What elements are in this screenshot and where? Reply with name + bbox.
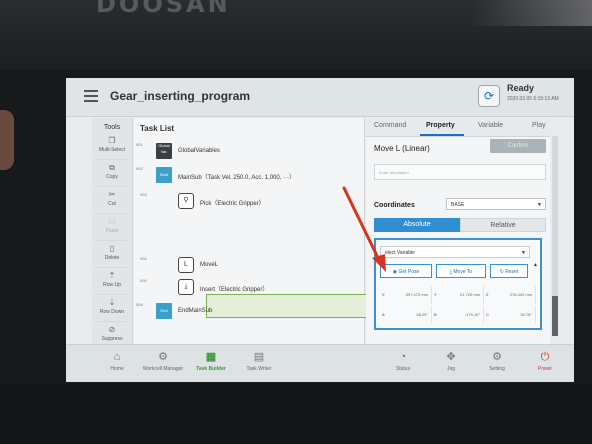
annotation-arrow-overlay	[342, 186, 386, 272]
annotation-arrow	[342, 186, 382, 264]
annotation-arrowhead	[372, 254, 386, 272]
